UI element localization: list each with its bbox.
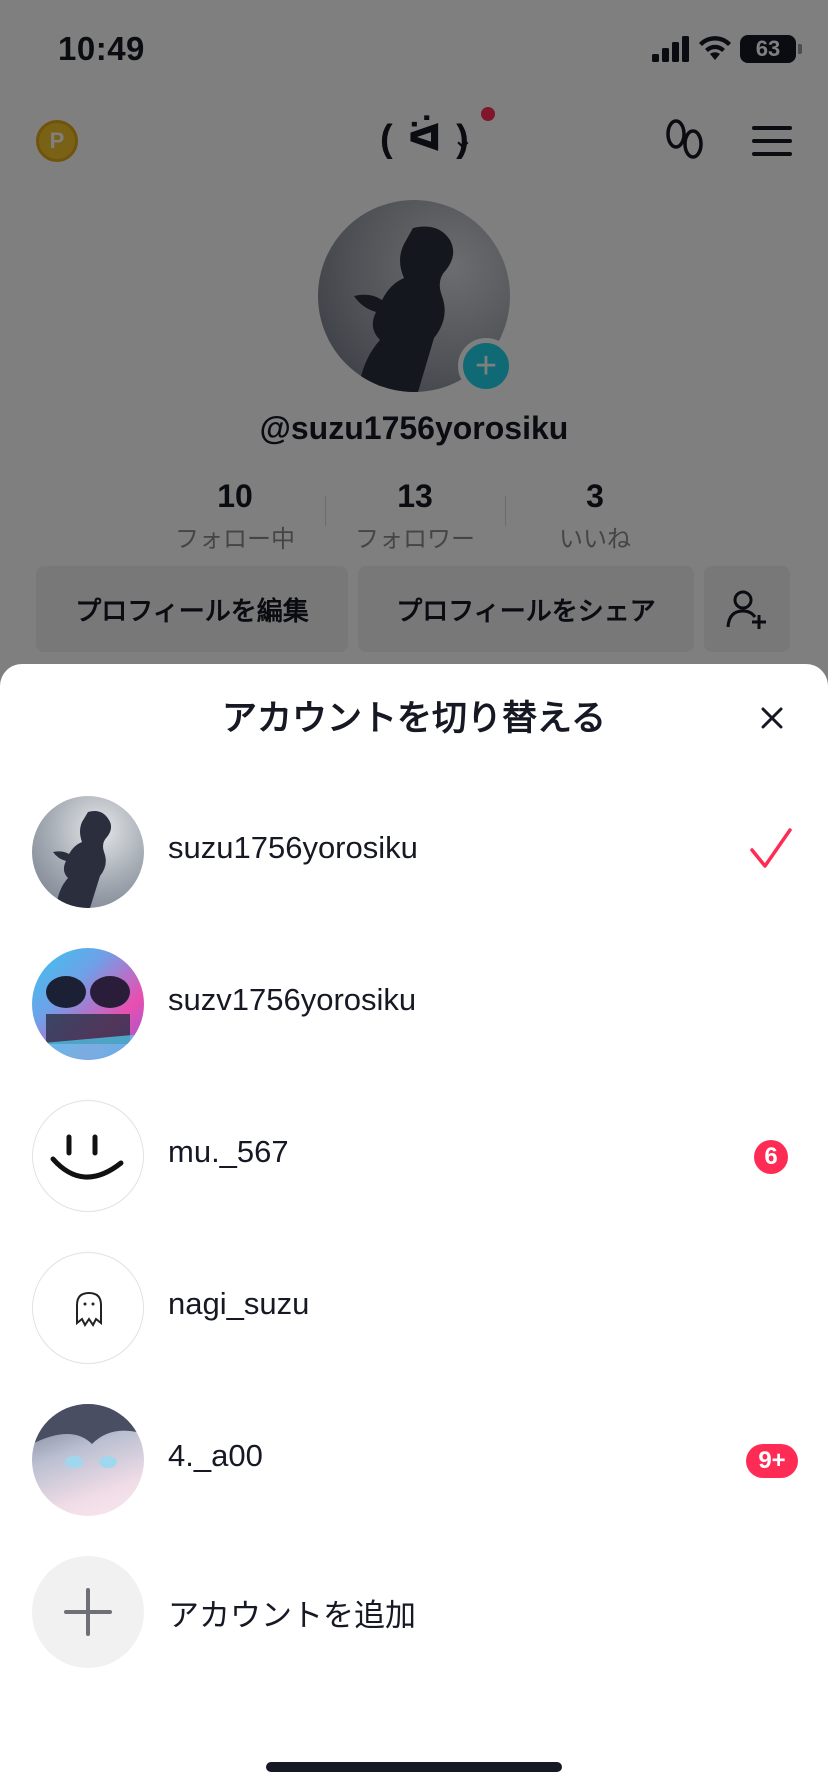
checkmark-icon (750, 828, 792, 868)
account-avatar (32, 1404, 144, 1516)
account-avatar (32, 1100, 144, 1212)
anime-portrait-image (32, 1404, 144, 1468)
add-account-avatar (32, 1556, 144, 1668)
account-name: 4._a00 (168, 1438, 263, 1473)
ghost-doodle-icon (76, 1291, 102, 1327)
close-icon[interactable] (754, 700, 790, 736)
add-account-row[interactable]: アカウントを追加 (0, 1546, 828, 1678)
account-row[interactable]: nagi_suzu (0, 1242, 828, 1374)
account-name: nagi_suzu (168, 1286, 310, 1321)
account-avatar (32, 948, 144, 1060)
account-row[interactable]: 4._a00 9+ (0, 1394, 828, 1526)
add-account-label: アカウントを追加 (168, 1598, 416, 1633)
account-avatar (32, 1252, 144, 1364)
sheet-title: アカウントを切り替える (222, 699, 606, 738)
smiley-face-icon (50, 1134, 124, 1180)
notification-count-badge: 6 (754, 1140, 788, 1174)
account-name: suzv1756yorosiku (168, 982, 417, 1017)
account-switcher-sheet: アカウントを切り替える suzu1756yorosiku suzv1756yor… (0, 664, 828, 1792)
account-avatar (32, 796, 144, 908)
account-row[interactable]: suzv1756yorosiku (0, 938, 828, 1070)
account-row[interactable]: suzu1756yorosiku (0, 786, 828, 918)
account-row[interactable]: mu._567 6 (0, 1090, 828, 1222)
silhouette-image (53, 811, 112, 908)
account-name: mu._567 (168, 1134, 289, 1169)
home-indicator[interactable] (266, 1762, 562, 1772)
plus-icon (64, 1588, 112, 1636)
notification-count-badge: 9+ (746, 1444, 798, 1478)
character-art-image (32, 976, 144, 1060)
account-name: suzu1756yorosiku (168, 830, 418, 865)
